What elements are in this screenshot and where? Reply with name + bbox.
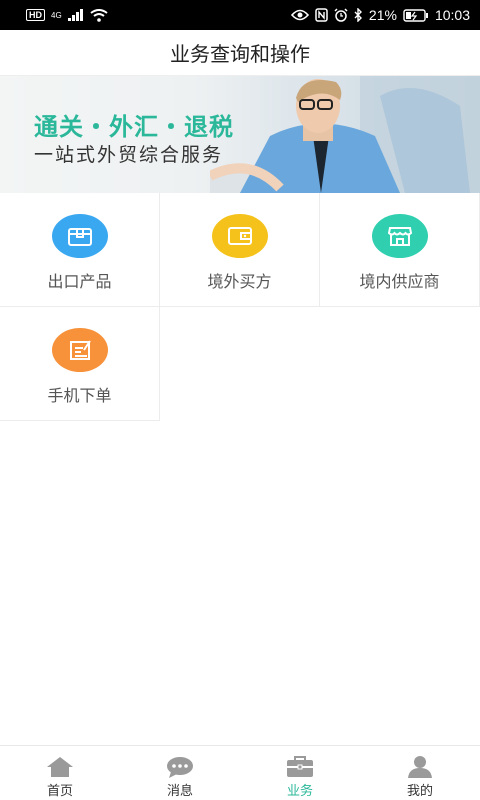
- promo-banner[interactable]: 通关・外汇・退税 一站式外贸综合服务: [0, 76, 480, 193]
- nav-home[interactable]: 首页: [0, 746, 120, 800]
- tile-label: 境内供应商: [359, 272, 440, 291]
- tile-domestic-suppliers[interactable]: 境内供应商: [320, 193, 480, 307]
- status-left: HD 4G: [26, 8, 108, 22]
- nav-business[interactable]: 业务: [240, 746, 360, 800]
- businessman-photo: [210, 76, 480, 193]
- battery-icon: [403, 8, 428, 22]
- tile-mobile-order[interactable]: 手机下单: [0, 307, 160, 421]
- bottom-nav: 首页 消息 业务 我的: [0, 745, 480, 800]
- tile-overseas-buyers[interactable]: 境外买方: [160, 193, 320, 307]
- battery-percent: 21%: [368, 7, 397, 23]
- nav-profile[interactable]: 我的: [360, 746, 480, 800]
- nfc-icon: [315, 8, 328, 22]
- note-icon: [51, 328, 108, 372]
- alarm-icon: [334, 8, 348, 22]
- tile-export-products[interactable]: 出口产品: [0, 193, 160, 307]
- home-icon: [47, 757, 73, 777]
- nav-label: 业务: [286, 784, 313, 799]
- box-icon: [51, 214, 108, 258]
- eye-icon: [290, 9, 309, 21]
- signal-icon: [67, 9, 83, 21]
- tile-label: 手机下单: [47, 386, 112, 405]
- nav-label: 首页: [46, 784, 73, 799]
- status-bar: HD 4G 21% 10:03: [0, 0, 480, 30]
- banner-headline: 通关・外汇・退税: [34, 113, 234, 141]
- banner-subline: 一站式外贸综合服务: [34, 144, 224, 166]
- wifi-icon: [90, 8, 108, 22]
- hd-badge: HD: [26, 9, 45, 21]
- tile-label: 境外买方: [207, 272, 272, 291]
- status-right: 21% 10:03: [290, 7, 470, 23]
- store-icon: [371, 214, 428, 258]
- clock: 10:03: [434, 7, 470, 23]
- wallet-icon: [211, 214, 268, 258]
- page-title: 业务查询和操作: [170, 42, 310, 66]
- nav-label: 我的: [406, 784, 433, 799]
- nav-label: 消息: [166, 784, 193, 799]
- app-header: 业务查询和操作: [0, 30, 480, 76]
- nav-messages[interactable]: 消息: [120, 746, 240, 800]
- bluetooth-icon: [354, 8, 362, 22]
- chat-icon: [167, 757, 193, 778]
- tile-label: 出口产品: [47, 272, 112, 291]
- briefcase-icon: [287, 756, 313, 777]
- user-icon: [408, 756, 432, 778]
- network-type: 4G: [51, 10, 62, 20]
